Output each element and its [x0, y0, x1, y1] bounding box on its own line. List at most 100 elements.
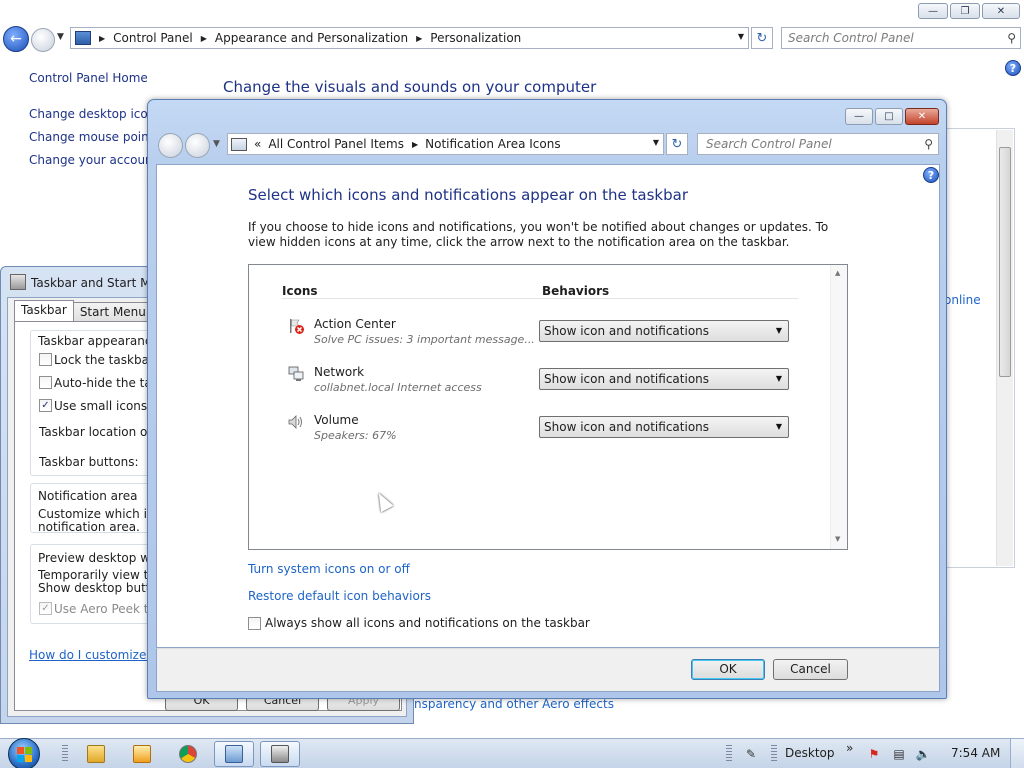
always-show-row[interactable]: Always show all icons and notifications … [248, 616, 590, 630]
scrollbar-thumb[interactable] [999, 147, 1011, 377]
recent-pages-dropdown-icon[interactable]: ▼ [57, 32, 64, 42]
toolbar-grip[interactable] [771, 745, 777, 763]
dialog-navigation-bar: ▼ « All Control Panel Items ▶ Notificati… [156, 132, 940, 158]
breadcrumb-separator-icon[interactable]: ▶ [412, 140, 418, 149]
control-panel-taskbar-button[interactable] [214, 741, 254, 767]
dropdown-arrow-icon: ▼ [775, 422, 782, 431]
action-center-behavior-select[interactable]: Show icon and notifications ▼ [539, 320, 789, 342]
behavior-value: Show icon and notifications [544, 420, 710, 434]
monitor-icon [231, 137, 247, 151]
breadcrumb-separator-icon[interactable]: ▶ [99, 34, 105, 43]
chrome-taskbar-button[interactable] [168, 741, 208, 767]
search-input[interactable]: Search Control Panel ⚲ [697, 133, 939, 155]
address-bar[interactable]: « All Control Panel Items ▶ Notification… [227, 133, 664, 155]
restore-defaults-link[interactable]: Restore default icon behaviors [248, 589, 431, 603]
folder-icon [87, 745, 105, 763]
taskbar-properties-taskbar-button[interactable] [260, 741, 300, 767]
breadcrumb-overflow[interactable]: « [254, 137, 261, 151]
toolbar-chevron-icon[interactable]: » [846, 741, 853, 755]
back-button[interactable]: ← [3, 26, 29, 52]
window-color-link[interactable]: nsparency and other Aero effects [414, 697, 614, 711]
action-center-tray-icon[interactable]: ⚑ [866, 746, 882, 762]
minimize-button[interactable]: — [918, 3, 948, 19]
main-navigation-bar: ← ▼ ▶ Control Panel ▶ Appearance and Per… [0, 25, 1024, 53]
breadcrumb-all-control-panel-items[interactable]: All Control Panel Items [268, 137, 404, 151]
always-show-checkbox[interactable] [248, 616, 261, 630]
breadcrumb-appearance[interactable]: Appearance and Personalization [215, 31, 408, 45]
media-player-taskbar-button[interactable] [122, 741, 162, 767]
breadcrumb-notification-area-icons[interactable]: Notification Area Icons [425, 137, 560, 151]
close-button[interactable]: ✕ [982, 3, 1020, 19]
main-caption-buttons: — ❐ ✕ [918, 3, 1020, 19]
network-tray-icon[interactable]: ▤ [891, 746, 907, 762]
address-dropdown-icon[interactable]: ▼ [738, 32, 744, 41]
change-mouse-pointers-link[interactable]: Change mouse pointe [29, 130, 161, 144]
get-more-themes-online-link[interactable]: online [944, 293, 981, 307]
address-dropdown-icon[interactable]: ▼ [653, 138, 659, 147]
forward-button[interactable] [31, 28, 55, 52]
control-panel-icon [75, 31, 91, 45]
address-bar[interactable]: ▶ Control Panel ▶ Appearance and Persona… [70, 27, 749, 49]
scroll-up-arrow-icon[interactable]: ▲ [835, 269, 840, 277]
close-button[interactable]: ✕ [905, 108, 939, 125]
breadcrumb-separator-icon[interactable]: ▶ [201, 34, 207, 43]
header-divider [282, 298, 798, 299]
minimize-button[interactable]: — [845, 108, 873, 125]
cancel-button[interactable]: Cancel [773, 659, 848, 680]
help-icon[interactable]: ? [923, 167, 939, 183]
search-icon[interactable]: ⚲ [1007, 31, 1016, 45]
search-input[interactable]: Search Control Panel ⚲ [781, 27, 1021, 49]
tab-start-menu[interactable]: Start Menu [72, 302, 153, 321]
help-icon[interactable]: ? [1005, 60, 1021, 76]
always-show-label[interactable]: Always show all icons and notifications … [265, 616, 590, 630]
action-center-name: Action Center [314, 317, 396, 331]
small-icons-checkbox[interactable]: ✓ [39, 399, 52, 412]
scroll-down-arrow-icon[interactable]: ▼ [835, 535, 840, 543]
ok-button[interactable]: OK [691, 659, 765, 680]
breadcrumb-personalization[interactable]: Personalization [430, 31, 521, 45]
back-button[interactable] [158, 133, 183, 158]
window-title: Taskbar and Start Men [31, 276, 166, 290]
windows-taskbar: ✎ Desktop » ⚑ ▤ 🔈 7:54 AM [0, 738, 1024, 768]
speaker-icon [288, 415, 302, 429]
volume-tray-icon[interactable]: 🔈 [915, 746, 931, 762]
control-panel-home-link[interactable]: Control Panel Home [29, 71, 148, 85]
icons-column-header: Icons [282, 284, 318, 298]
explorer-taskbar-button[interactable] [76, 741, 116, 767]
network-behavior-select[interactable]: Show icon and notifications ▼ [539, 368, 789, 390]
dialog-caption-buttons: — □ ✕ [845, 108, 939, 125]
breadcrumb-separator-icon[interactable]: ▶ [416, 34, 422, 43]
desktop-toolbar-label[interactable]: Desktop [785, 746, 835, 760]
lock-taskbar-checkbox[interactable] [39, 353, 52, 366]
breadcrumb-control-panel[interactable]: Control Panel [113, 31, 193, 45]
refresh-button[interactable]: ↻ [666, 133, 688, 155]
toolbar-grip[interactable] [726, 745, 732, 763]
restore-button[interactable]: ❐ [950, 3, 980, 19]
change-account-picture-link[interactable]: Change your account [29, 153, 157, 167]
forward-button[interactable] [185, 133, 210, 158]
volume-name: Volume [314, 413, 359, 427]
auto-hide-checkbox[interactable] [39, 376, 52, 389]
show-desktop-button[interactable] [1010, 739, 1024, 768]
maximize-button[interactable]: □ [875, 108, 903, 125]
notification-area-icons-window: — □ ✕ ▼ « All Control Panel Items ▶ Noti… [147, 99, 947, 699]
lock-taskbar-label[interactable]: Lock the taskbar [54, 353, 154, 367]
theme-list-scrollbar[interactable] [996, 130, 1013, 566]
clock[interactable]: 7:54 AM [951, 746, 1000, 760]
refresh-button[interactable]: ↻ [751, 27, 773, 49]
desk-note-icon[interactable]: ✎ [743, 746, 759, 762]
small-icons-label[interactable]: Use small icons [54, 399, 147, 413]
change-desktop-icons-link[interactable]: Change desktop icons [29, 107, 162, 121]
tab-taskbar[interactable]: Taskbar [14, 300, 74, 321]
aero-peek-checkbox[interactable]: ✓ [39, 602, 52, 615]
back-arrow-icon: ← [10, 31, 22, 47]
turn-system-icons-link[interactable]: Turn system icons on or off [248, 562, 410, 576]
windows-logo-icon [16, 746, 32, 762]
network-icon [288, 366, 304, 381]
recent-pages-dropdown-icon[interactable]: ▼ [213, 139, 220, 149]
taskbar-grip[interactable] [62, 745, 68, 763]
search-icon[interactable]: ⚲ [924, 137, 933, 151]
list-scrollbar[interactable]: ▲ ▼ [830, 265, 847, 549]
volume-behavior-select[interactable]: Show icon and notifications ▼ [539, 416, 789, 438]
start-button[interactable] [8, 738, 40, 768]
